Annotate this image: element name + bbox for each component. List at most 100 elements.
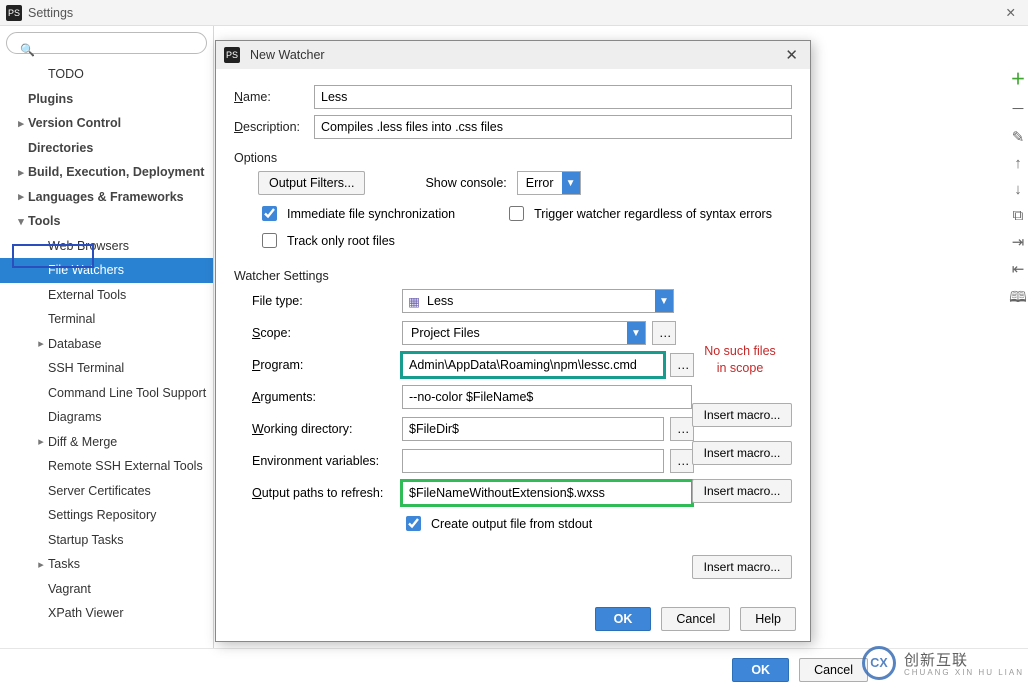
copy-icon[interactable]: ⧉ — [1013, 207, 1024, 224]
immediate-sync-checkbox[interactable]: Immediate file synchronization — [258, 203, 455, 224]
show-console-label: Show console: — [425, 176, 506, 190]
show-console-value: Error — [518, 176, 562, 190]
name-label: Name: — [234, 90, 314, 104]
arguments-label: Arguments: — [252, 390, 402, 404]
remove-watcher-icon[interactable]: － — [1010, 98, 1025, 119]
dialog-footer: OK Cancel Help — [216, 597, 810, 641]
track-root-checkbox[interactable]: Track only root files — [258, 230, 792, 251]
tree-item-directories[interactable]: Directories — [0, 136, 213, 161]
name-input[interactable] — [314, 85, 792, 109]
file-type-select[interactable]: ▦ Less ▼ — [402, 289, 674, 313]
insert-macro-column: Insert macro... Insert macro... Insert m… — [692, 403, 792, 579]
settings-cancel-button[interactable]: Cancel — [799, 658, 868, 682]
move-up-icon[interactable]: ↑ — [1014, 155, 1022, 172]
tree-item-web-browsers[interactable]: Web Browsers — [0, 234, 213, 259]
program-input[interactable] — [402, 353, 664, 377]
dialog-cancel-button[interactable]: Cancel — [661, 607, 730, 631]
add-watcher-icon[interactable]: ＋ — [1010, 68, 1025, 89]
dialog-close-button[interactable]: ✕ — [781, 46, 802, 64]
tree-item-todo[interactable]: TODO — [0, 62, 213, 87]
tree-item-diagrams[interactable]: Diagrams — [0, 405, 213, 430]
error-line: in scope — [717, 361, 764, 375]
tree-item-remote-ssh[interactable]: Remote SSH External Tools — [0, 454, 213, 479]
insert-macro-output-paths-button[interactable]: Insert macro... — [692, 555, 792, 579]
tree-item-startup[interactable]: Startup Tasks — [0, 528, 213, 553]
move-down-icon[interactable]: ↓ — [1014, 181, 1022, 198]
dialog-ok-button[interactable]: OK — [595, 607, 652, 631]
tree-item-database[interactable]: ▸Database — [0, 332, 213, 357]
checkbox-label: Immediate file synchronization — [287, 207, 455, 221]
tree-item-version-control[interactable]: ▸Version Control — [0, 111, 213, 136]
tree-item-xpath[interactable]: XPath Viewer — [0, 601, 213, 626]
export-icon[interactable]: ⇤ — [1012, 260, 1025, 278]
window-close-button[interactable]: ✕ — [1000, 5, 1022, 20]
env-label: Environment variables: — [252, 454, 402, 468]
tree-item-build[interactable]: ▸Build, Execution, Deployment — [0, 160, 213, 185]
settings-tree: TODO Plugins ▸Version Control Directorie… — [0, 60, 213, 648]
watcher-toolbar: ＋ － ✎ ↑ ↓ ⧉ ⇥ ⇤ 🕮 — [1008, 40, 1028, 312]
watermark: CX 创新互联 CHUANG XIN HU LIAN — [862, 646, 1024, 680]
chevron-right-icon: ▸ — [34, 337, 48, 350]
watermark-logo-icon: CX — [862, 646, 896, 680]
tree-item-server-certs[interactable]: Server Certificates — [0, 479, 213, 504]
chevron-down-icon: ▼ — [655, 290, 673, 312]
tree-item-external-tools[interactable]: External Tools — [0, 283, 213, 308]
output-paths-label: Output paths to refresh: — [252, 486, 402, 500]
tree-item-diff-merge[interactable]: ▸Diff & Merge — [0, 430, 213, 455]
options-section-label: Options — [234, 151, 792, 165]
insert-macro-working-dir-button[interactable]: Insert macro... — [692, 479, 792, 503]
file-type-value: Less — [425, 294, 655, 308]
program-label: Program: — [252, 358, 402, 372]
edit-watcher-icon[interactable]: ✎ — [1012, 128, 1025, 146]
tree-item-terminal[interactable]: Terminal — [0, 307, 213, 332]
scope-value: Project Files — [403, 326, 627, 340]
working-dir-input[interactable] — [402, 417, 664, 441]
file-type-label: File type: — [252, 294, 402, 308]
insert-macro-program-button[interactable]: Insert macro... — [692, 403, 792, 427]
tree-item-settings-repo[interactable]: Settings Repository — [0, 503, 213, 528]
settings-search-input[interactable] — [6, 32, 207, 54]
checkbox-label: Create output file from stdout — [431, 517, 592, 531]
output-filters-button[interactable]: Output Filters... — [258, 171, 365, 195]
output-paths-input[interactable] — [402, 481, 692, 505]
checkbox-label: Trigger watcher regardless of syntax err… — [534, 207, 772, 221]
dialog-app-icon: PS — [224, 47, 240, 63]
chevron-right-icon: ▸ — [34, 558, 48, 571]
tree-item-tasks[interactable]: ▸Tasks — [0, 552, 213, 577]
settings-ok-button[interactable]: OK — [732, 658, 789, 682]
tree-item-vagrant[interactable]: Vagrant — [0, 577, 213, 602]
chevron-right-icon: ▸ — [14, 166, 28, 179]
tree-label: Languages & Frameworks — [28, 190, 184, 204]
scope-error-message: No such files in scope — [690, 343, 790, 377]
show-console-select[interactable]: Error ▼ — [517, 171, 581, 195]
tree-label: Tasks — [48, 557, 80, 571]
tree-item-languages[interactable]: ▸Languages & Frameworks — [0, 185, 213, 210]
arguments-input[interactable] — [402, 385, 692, 409]
file-type-icon: ▦ — [403, 294, 425, 309]
scope-browse-button[interactable]: … — [652, 321, 676, 345]
tree-item-cmd-line[interactable]: Command Line Tool Support — [0, 381, 213, 406]
tree-item-file-watchers[interactable]: File Watchers — [0, 258, 213, 283]
settings-titlebar: PS Settings ✕ — [0, 0, 1028, 26]
scope-select[interactable]: Project Files ▼ — [402, 321, 646, 345]
tree-label: Database — [48, 337, 102, 351]
working-dir-browse-button[interactable]: … — [670, 417, 694, 441]
chevron-down-icon: ▼ — [627, 322, 645, 344]
tree-item-plugins[interactable]: Plugins — [0, 87, 213, 112]
dialog-help-button[interactable]: Help — [740, 607, 796, 631]
env-browse-button[interactable]: … — [670, 449, 694, 473]
trigger-regardless-checkbox[interactable]: Trigger watcher regardless of syntax err… — [505, 203, 772, 224]
watermark-subtext: CHUANG XIN HU LIAN — [904, 668, 1024, 677]
insert-macro-arguments-button[interactable]: Insert macro... — [692, 441, 792, 465]
env-input[interactable] — [402, 449, 664, 473]
import-icon[interactable]: ⇥ — [1012, 233, 1025, 251]
tree-item-tools[interactable]: ▾Tools — [0, 209, 213, 234]
description-input[interactable] — [314, 115, 792, 139]
bookmark-icon[interactable]: 🕮 — [1009, 287, 1027, 312]
new-watcher-dialog: PS New Watcher ✕ Name: Description: Opti… — [215, 40, 811, 642]
tree-label: Version Control — [28, 116, 121, 130]
chevron-right-icon: ▸ — [14, 190, 28, 203]
tree-item-ssh-terminal[interactable]: SSH Terminal — [0, 356, 213, 381]
error-line: No such files — [704, 344, 776, 358]
tree-label: Build, Execution, Deployment — [28, 165, 204, 179]
